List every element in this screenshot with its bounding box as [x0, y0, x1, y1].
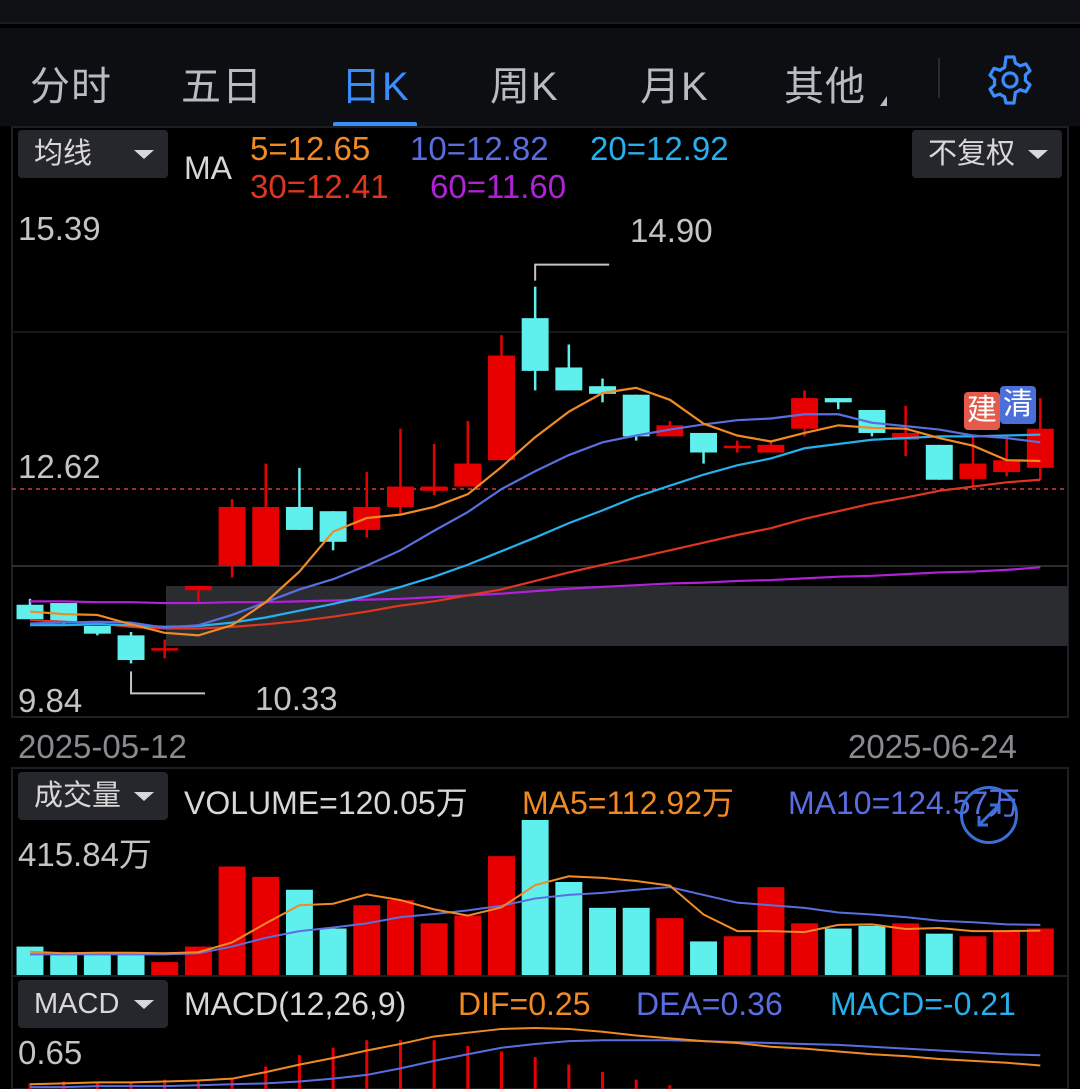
- macd-dropdown[interactable]: MACD: [18, 980, 168, 1028]
- candle-body: [117, 635, 145, 661]
- volume-bar: [117, 954, 145, 975]
- volume-max-label: 415.84万: [18, 836, 152, 873]
- volume-bar: [151, 962, 179, 975]
- adjust-dropdown[interactable]: 不复权: [912, 130, 1062, 178]
- candle-body: [959, 463, 987, 479]
- candle-body: [184, 586, 212, 591]
- volume-bar: [1026, 928, 1054, 975]
- volume-bar: [925, 933, 953, 975]
- chevron-down-icon: [134, 1000, 154, 1009]
- volume-bar: [353, 905, 381, 975]
- candle-body: [420, 486, 448, 491]
- volume-bar: [420, 923, 448, 975]
- candle-body: [723, 445, 751, 449]
- candle-body: [993, 460, 1021, 473]
- candle-body: [925, 444, 953, 480]
- ma-indicator-label: 均线: [34, 138, 93, 170]
- volume-bar: [16, 946, 44, 975]
- volume-bar: [50, 954, 78, 975]
- candle-body: [454, 463, 482, 487]
- macd-value: MACD=-0.21: [830, 986, 1016, 1022]
- volume-bar: [892, 923, 920, 975]
- ma20-value: 20=12.92: [590, 130, 729, 167]
- low-marker-line: [130, 671, 206, 695]
- ma60-value: 60=11.60: [430, 168, 567, 205]
- candle-body: [757, 444, 785, 453]
- adjust-label: 不复权: [928, 138, 1016, 170]
- high-price-label: 14.90: [630, 212, 713, 249]
- ma10-value: 10=12.82: [410, 130, 549, 167]
- volume-bar: [993, 931, 1021, 975]
- chevron-down-icon: [134, 150, 154, 159]
- low-price-label: 10.33: [255, 680, 338, 717]
- build-position-badge[interactable]: 建: [964, 392, 1000, 430]
- chevron-down-icon: [1028, 150, 1048, 159]
- cost-band: [166, 586, 1068, 646]
- candle-body: [83, 626, 111, 634]
- candle-body: [488, 355, 515, 461]
- volume-value: VOLUME=120.05万: [184, 785, 468, 821]
- volume-bar: [319, 928, 347, 975]
- volume-dropdown-label: 成交量: [34, 780, 122, 812]
- chevron-down-icon: [134, 792, 154, 801]
- ma5-value: 5=12.65: [250, 130, 371, 167]
- volume-bar: [723, 936, 751, 975]
- candle-body: [252, 506, 280, 566]
- volume-bar: [589, 907, 616, 975]
- volume-ma5-value: MA5=112.92万: [522, 785, 734, 821]
- macd-dif-value: DIF=0.25: [458, 986, 591, 1022]
- volume-bar: [824, 928, 852, 975]
- volume-bar: [252, 876, 280, 975]
- clear-position-badge[interactable]: 清: [1000, 386, 1036, 424]
- ma30-value: 30=12.41: [250, 168, 389, 205]
- y-axis-mid-label: 12.62: [18, 448, 101, 485]
- date-start-label: 2025-05-12: [18, 728, 187, 765]
- macd-dropdown-label: MACD: [34, 988, 120, 1020]
- y-axis-bottom-label: 9.84: [18, 682, 83, 719]
- high-marker-line: [534, 263, 610, 281]
- volume-bar: [83, 954, 111, 975]
- macd-params: MACD(12,26,9): [184, 986, 407, 1022]
- volume-bar: [959, 936, 987, 975]
- volume-bar: [218, 866, 246, 975]
- volume-bar: [858, 925, 886, 975]
- candle-body: [521, 318, 549, 371]
- volume-bar: [454, 915, 482, 975]
- candle-body: [151, 648, 179, 651]
- candle-body: [386, 486, 414, 507]
- macd-max-label: 0.65: [18, 1034, 83, 1071]
- candle-body: [622, 394, 650, 437]
- candle-body: [218, 506, 246, 566]
- candle-body: [319, 511, 347, 542]
- macd-dea-value: DEA=0.36: [636, 986, 783, 1022]
- volume-bar: [622, 907, 650, 975]
- candle-body: [285, 506, 313, 530]
- volume-bar: [656, 918, 684, 975]
- volume-bar: [690, 941, 718, 975]
- volume-bar: [488, 856, 515, 975]
- date-end-label: 2025-06-24: [848, 728, 1017, 765]
- candle-body: [824, 398, 852, 403]
- ma-indicator-dropdown[interactable]: 均线: [18, 130, 168, 178]
- fullscreen-expand-icon[interactable]: [960, 786, 1018, 844]
- y-axis-top-label: 15.39: [18, 210, 101, 247]
- candle-body: [555, 367, 583, 391]
- volume-bar: [386, 900, 414, 975]
- volume-dropdown[interactable]: 成交量: [18, 772, 168, 820]
- ma-indicator-name: MA: [184, 150, 232, 186]
- candle-body: [690, 432, 718, 453]
